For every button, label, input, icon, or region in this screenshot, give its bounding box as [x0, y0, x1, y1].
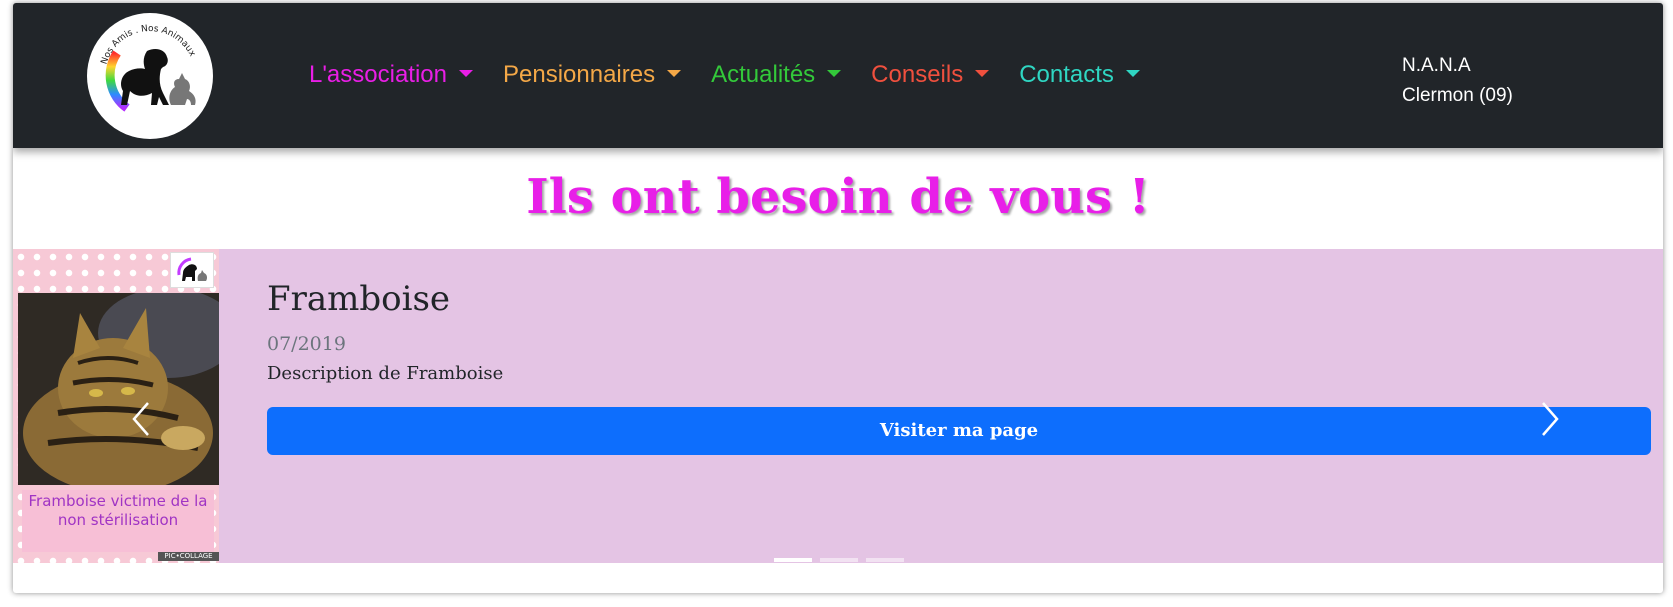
nav-label: Contacts	[1019, 61, 1114, 88]
chevron-left-icon	[132, 402, 149, 436]
page-frame: Nos Amis . Nos Animaux L'association Pen…	[13, 3, 1663, 593]
nav-item-pensionnaires[interactable]: Pensionnaires	[503, 61, 682, 89]
nav-item-conseils[interactable]: Conseils	[871, 61, 990, 89]
pet-date: 07/2019	[267, 333, 346, 355]
mini-logo-icon	[170, 252, 214, 288]
pic-collage-tag: PIC•COLLAGE	[158, 552, 219, 561]
carousel-indicators	[774, 558, 904, 562]
nav-item-association[interactable]: L'association	[309, 61, 473, 89]
visit-page-button[interactable]: Visiter ma page	[267, 407, 1651, 455]
site-logo[interactable]: Nos Amis . Nos Animaux	[87, 13, 213, 139]
carousel-prev-button[interactable]	[126, 399, 156, 439]
carousel-next-button[interactable]	[1535, 399, 1565, 439]
caret-down-icon	[1125, 69, 1140, 77]
carousel-indicator-2[interactable]	[820, 558, 858, 562]
page-title: Ils ont besoin de vous !	[526, 169, 1150, 225]
carousel-indicator-1[interactable]	[774, 558, 812, 562]
chevron-right-icon	[1542, 402, 1559, 436]
nav-label: Pensionnaires	[503, 61, 656, 88]
main-nav: L'association Pensionnaires Actualités C…	[309, 61, 1170, 89]
brand-text: N.A.N.A Clermon (09)	[1402, 51, 1513, 111]
pet-name: Framboise	[267, 279, 451, 319]
nav-label: Actualités	[711, 61, 816, 88]
logo-dog-cat-icon: Nos Amis . Nos Animaux	[100, 24, 197, 112]
caret-down-icon	[667, 69, 682, 77]
carousel-indicator-3[interactable]	[866, 558, 904, 562]
brand-name: N.A.N.A	[1402, 55, 1471, 76]
caret-down-icon	[459, 69, 473, 77]
kitten-photo	[18, 293, 219, 485]
pet-carousel: Framboise victime de la non stérilisatio…	[13, 249, 1663, 563]
nav-item-contacts[interactable]: Contacts	[1019, 61, 1140, 89]
pet-description: Description de Framboise	[267, 363, 504, 384]
caret-down-icon	[827, 69, 842, 77]
navbar: Nos Amis . Nos Animaux L'association Pen…	[13, 3, 1663, 148]
pet-image: Framboise victime de la non stérilisatio…	[13, 249, 219, 563]
nav-label: L'association	[309, 61, 447, 88]
nav-label: Conseils	[871, 61, 964, 88]
image-caption: Framboise victime de la non stérilisatio…	[22, 490, 214, 552]
brand-location: Clermon (09)	[1402, 85, 1513, 106]
caret-down-icon	[975, 69, 990, 77]
slide-content: Framboise 07/2019 Description de Framboi…	[267, 277, 1651, 455]
nav-item-actualites[interactable]: Actualités	[711, 61, 842, 89]
